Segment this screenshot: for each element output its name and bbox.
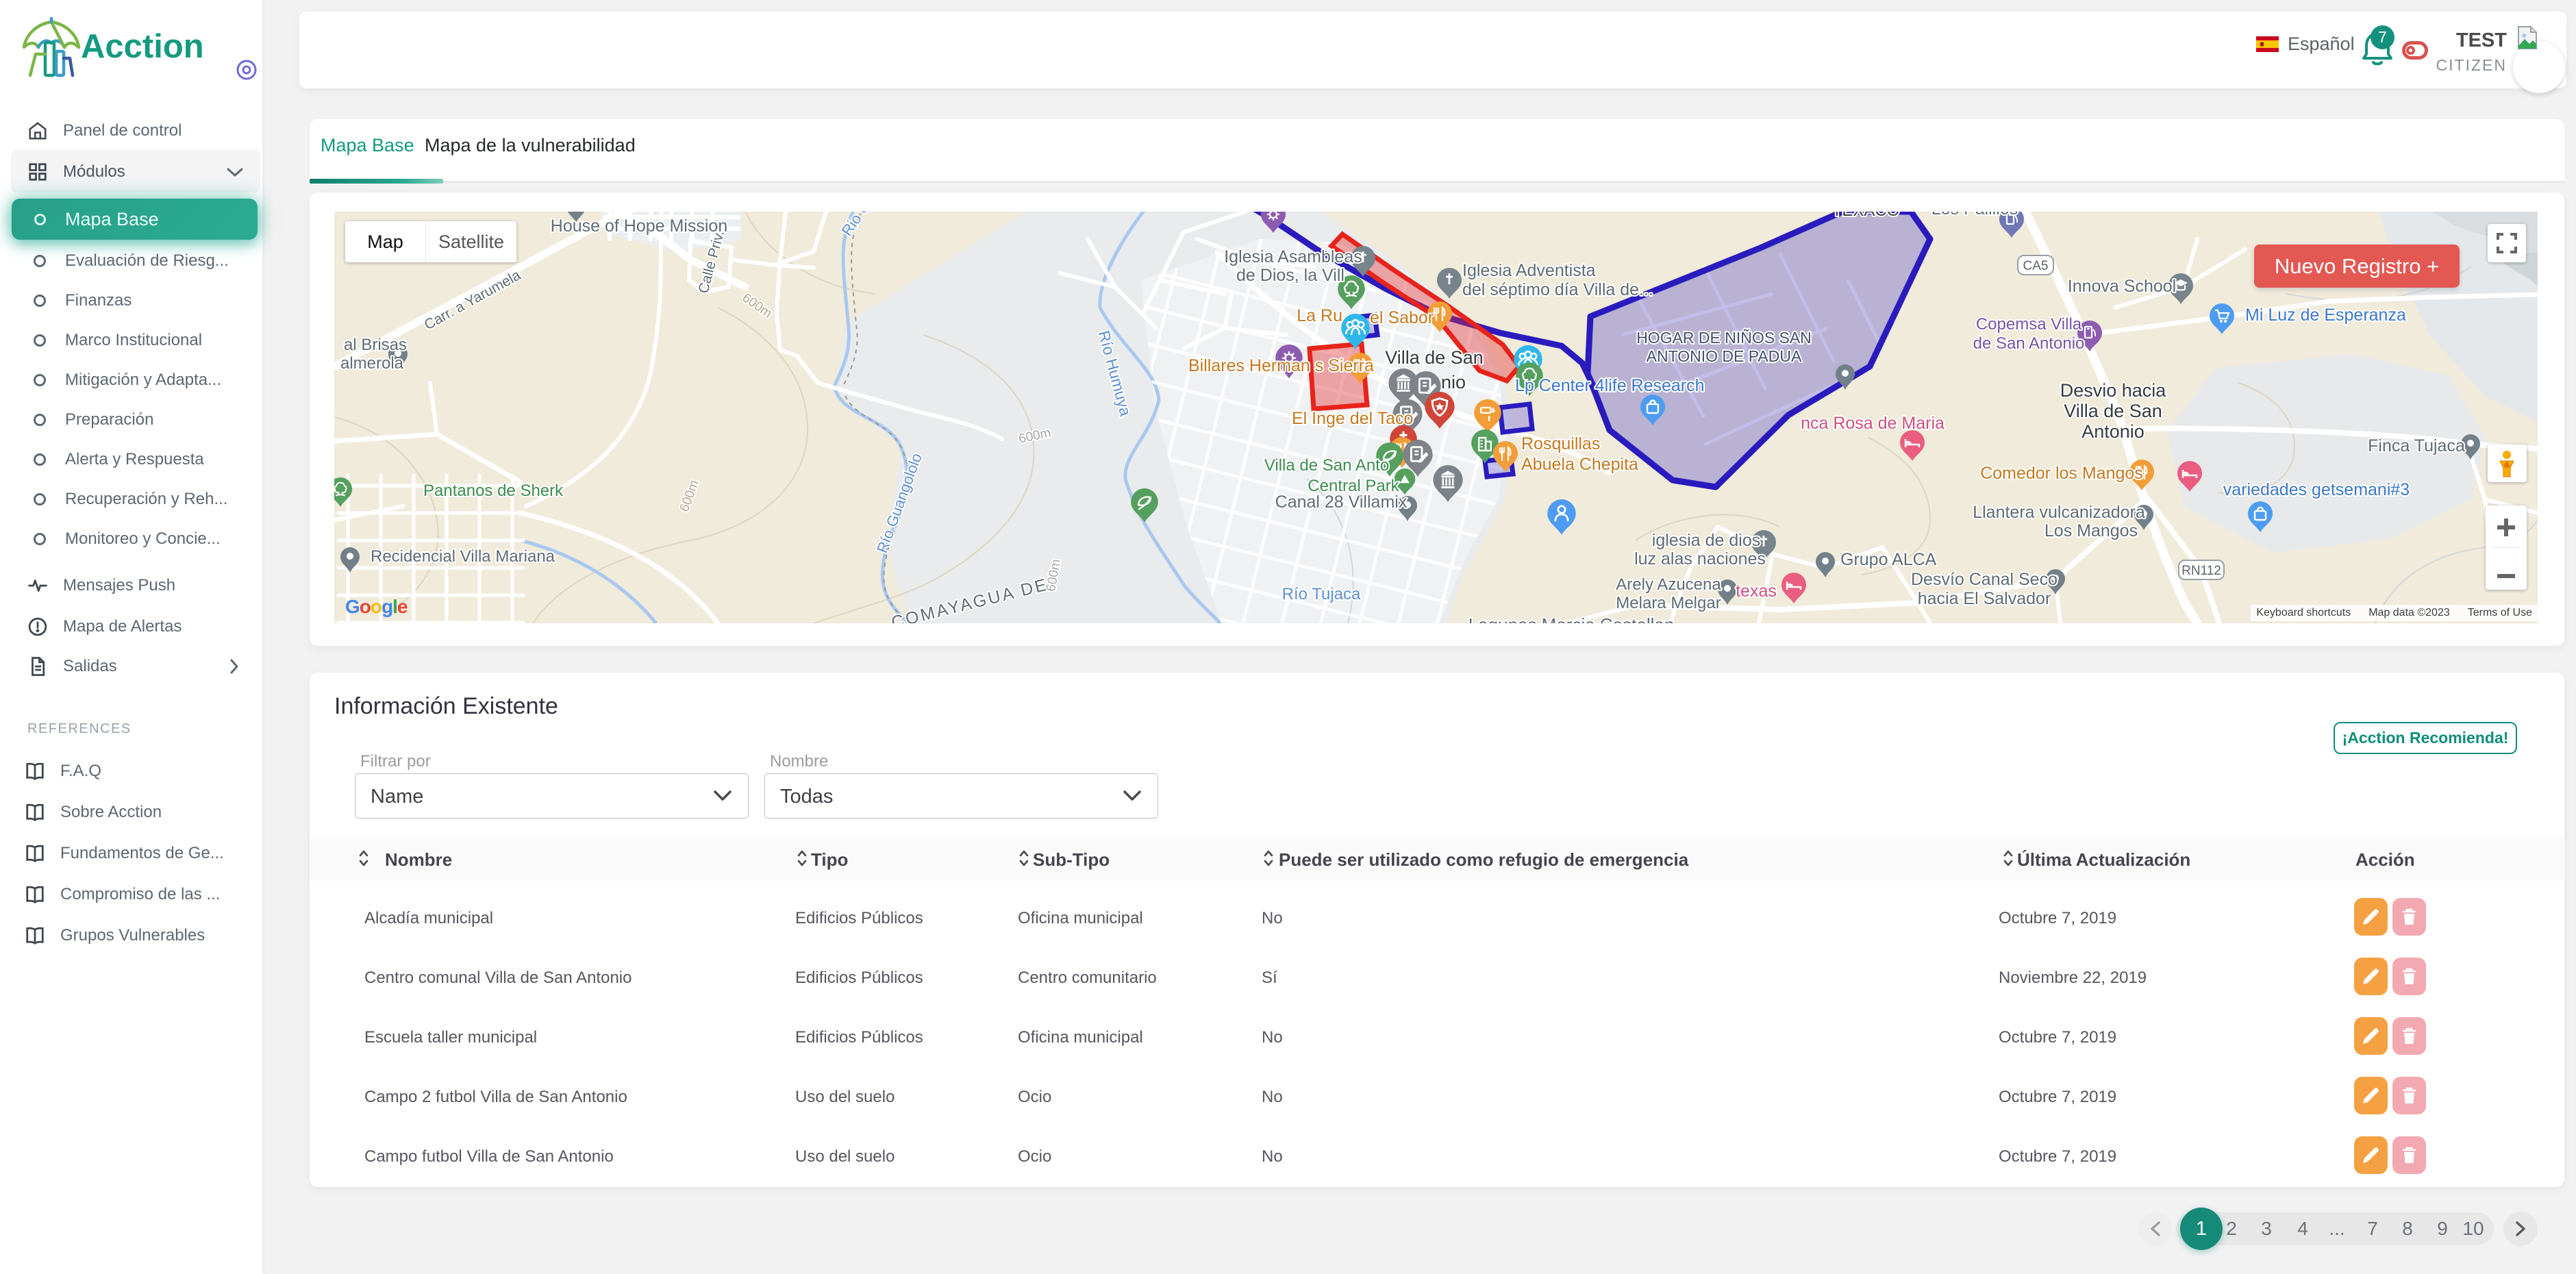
- svg-text:nca Rosa de Maria: nca Rosa de Maria: [1801, 414, 1944, 433]
- svg-text:RN112: RN112: [2181, 564, 2221, 578]
- svg-text:Los Palillos: Los Palillos: [1931, 212, 2018, 218]
- svg-text:nio: nio: [1441, 372, 1466, 392]
- svg-text:Finca Tujaca: Finca Tujaca: [2368, 436, 2465, 455]
- svg-text:Grupo ALCA: Grupo ALCA: [1840, 550, 1937, 569]
- svg-text:Mi Luz de Esperanza: Mi Luz de Esperanza: [2245, 305, 2406, 325]
- svg-text:Desvío Canal Seco: Desvío Canal Seco: [1911, 570, 2058, 589]
- svg-text:del séptimo día Villa de...: del séptimo día Villa de...: [1462, 280, 1653, 299]
- svg-text:hacia El Salvador: hacia El Salvador: [1918, 589, 2051, 608]
- svg-text:el Sabor: el Sabor: [1370, 308, 1434, 327]
- svg-text:Llantera vulcanizadora: Llantera vulcanizadora: [1973, 503, 2145, 522]
- svg-text:Los Mangos: Los Mangos: [2044, 521, 2138, 540]
- svg-text:de San Antonio: de San Antonio: [1973, 334, 2085, 353]
- svg-text:Iglesia Adventista: Iglesia Adventista: [1462, 261, 1596, 280]
- svg-text:El Inge del Taco: El Inge del Taco: [1292, 409, 1413, 428]
- svg-text:Lagunas Marcia Castellan: Lagunas Marcia Castellan: [1468, 614, 1675, 623]
- svg-text:Villa de San: Villa de San: [1385, 347, 1484, 368]
- svg-text:La Ru: La Ru: [1297, 306, 1342, 325]
- svg-text:Recidencial Villa Mariana: Recidencial Villa Mariana: [371, 547, 555, 566]
- svg-text:Pantanos de Sherk: Pantanos de Sherk: [423, 482, 564, 500]
- svg-text:Billares Herman s Sierra: Billares Herman s Sierra: [1188, 356, 1374, 375]
- svg-text:Villa de San: Villa de San: [2064, 401, 2162, 421]
- svg-text:Lp Center 4life Research: Lp Center 4life Research: [1515, 376, 1705, 395]
- svg-text:Río Tujaca: Río Tujaca: [1282, 585, 1361, 603]
- svg-text:House of Hope Mission: House of Hope Mission: [551, 216, 727, 236]
- svg-text:Copemsa Villa: Copemsa Villa: [1976, 315, 2082, 334]
- svg-text:Canal 28 Villamix: Canal 28 Villamix: [1275, 492, 1408, 512]
- svg-text:texas: texas: [1736, 582, 1777, 601]
- svg-text:Melara Melgar: Melara Melgar: [1616, 594, 1721, 612]
- svg-text:de Dios, la Vill: de Dios, la Vill: [1236, 266, 1345, 285]
- svg-text:Comedor los Mangos: Comedor los Mangos: [1980, 464, 2143, 483]
- svg-text:Innova School: Innova School: [2068, 277, 2176, 296]
- svg-text:Desvio hacia: Desvio hacia: [2060, 380, 2167, 401]
- svg-text:ANTONIO DE PADUA: ANTONIO DE PADUA: [1647, 347, 1802, 365]
- svg-text:Abuela Chepita: Abuela Chepita: [1521, 455, 1638, 474]
- svg-text:Antonio: Antonio: [2081, 421, 2144, 442]
- svg-text:variedades getsemani#3: variedades getsemani#3: [2223, 480, 2410, 499]
- svg-text:Iglesia Asambleas: Iglesia Asambleas: [1224, 247, 1362, 266]
- svg-text:almerola: almerola: [340, 354, 404, 373]
- svg-text:Rosquillas: Rosquillas: [1521, 434, 1600, 453]
- svg-text:CA5: CA5: [2023, 259, 2049, 273]
- svg-text:TEXACO: TEXACO: [1832, 212, 1900, 220]
- svg-text:iglesia de dios: iglesia de dios: [1652, 531, 1760, 550]
- svg-text:al Brisas: al Brisas: [344, 336, 407, 354]
- svg-text:Arely Azucena: Arely Azucena: [1616, 575, 1721, 594]
- svg-text:Villa de San Anto: Villa de San Anto: [1264, 456, 1389, 475]
- svg-text:HOGAR DE NIÑOS SAN: HOGAR DE NIÑOS SAN: [1636, 329, 1812, 347]
- svg-text:luz alas naciones: luz alas naciones: [1634, 549, 1766, 569]
